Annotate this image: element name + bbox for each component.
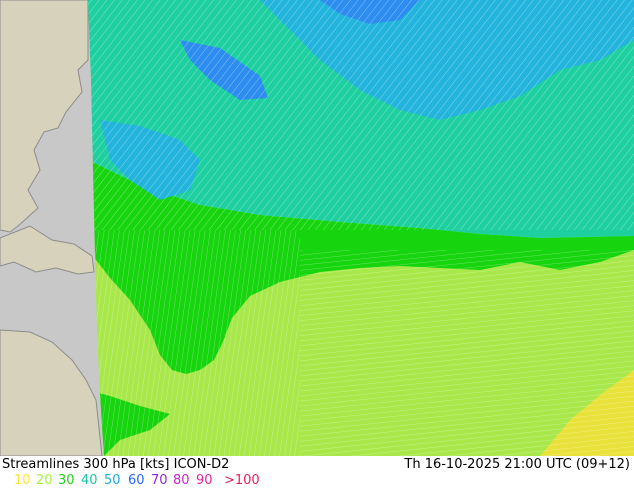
legend-item: >100 (224, 473, 260, 488)
legend-item: 90 (196, 473, 213, 488)
legend-item: 30 (58, 473, 75, 488)
legend-item: 20 (36, 473, 53, 488)
map-title: Streamlines 300 hPa [kts] ICON-D2 (2, 457, 230, 472)
legend-item: 70 (151, 473, 168, 488)
valid-time: Th 16-10-2025 21:00 UTC (09+12) (404, 457, 630, 472)
map-figure: Streamlines 300 hPa [kts] ICON-D2 Th 16-… (0, 0, 634, 490)
legend-item: 10 (14, 473, 31, 488)
title-row: Streamlines 300 hPa [kts] ICON-D2 Th 16-… (0, 457, 634, 473)
streamline-map (0, 0, 634, 456)
speed-legend: 10 20 30 40 50 60 70 80 90 >100 (0, 473, 634, 489)
legend-item: 40 (81, 473, 98, 488)
legend-item: 60 (128, 473, 145, 488)
legend-item: 50 (104, 473, 121, 488)
legend-item: 80 (173, 473, 190, 488)
